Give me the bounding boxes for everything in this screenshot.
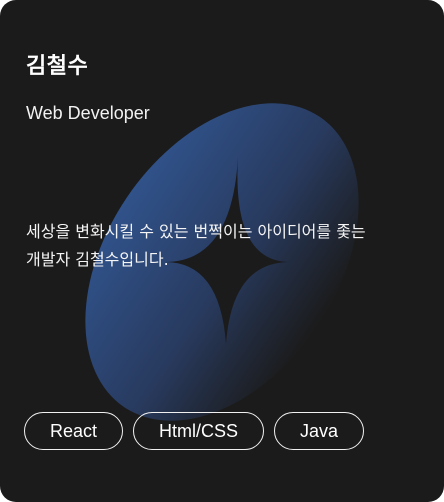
profile-role: Web Developer xyxy=(26,103,150,123)
tag-java[interactable]: Java xyxy=(274,412,365,450)
profile-name: 김철수 xyxy=(26,54,89,79)
profile-description: 세상을 변화시킬 수 있는 번쩍이는 아이디어를 좇는 개발자 김철수입니다. xyxy=(26,222,366,269)
profile-card: 김철수 Web Developer 세상을 변화시킬 수 있는 번쩍이는 아이디… xyxy=(0,0,444,502)
tag-html-css[interactable]: Html/CSS xyxy=(133,412,265,450)
skill-tags: React Html/CSS Java xyxy=(24,412,365,450)
tag-react[interactable]: React xyxy=(24,412,124,450)
